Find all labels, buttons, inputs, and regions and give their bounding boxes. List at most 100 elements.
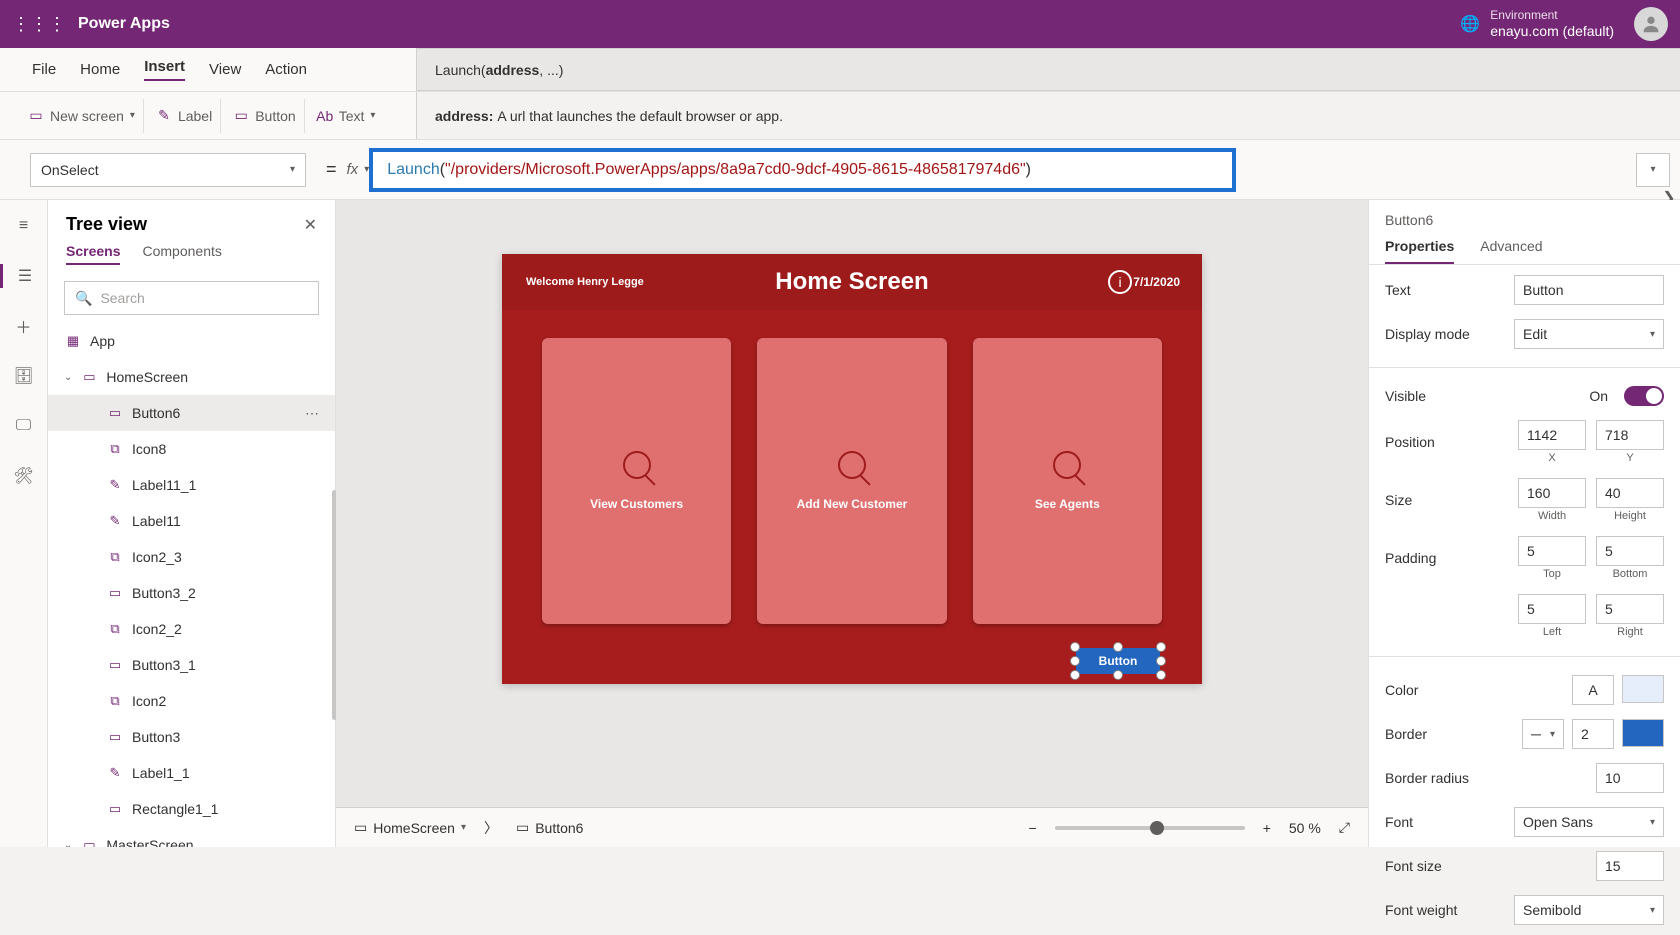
menu-file[interactable]: File xyxy=(32,61,56,78)
rail-tree-icon[interactable]: ☰ xyxy=(0,264,48,288)
zoom-value: 50 % xyxy=(1289,820,1321,836)
resize-handle[interactable] xyxy=(1113,670,1123,680)
resize-handle[interactable] xyxy=(1156,642,1166,652)
tree-node-icon2-3[interactable]: ⧉Icon2_3 xyxy=(48,539,335,575)
tree-node-label11[interactable]: ✎Label11 xyxy=(48,503,335,539)
breadcrumb-control[interactable]: ▭ Button6 xyxy=(516,819,584,836)
tree-node-icon2[interactable]: ⧉Icon2 xyxy=(48,683,335,719)
resize-handle[interactable] xyxy=(1113,642,1123,652)
size-h-input[interactable]: 40 xyxy=(1596,478,1664,508)
app-brand: Power Apps xyxy=(78,15,170,33)
pos-x-input[interactable]: 1142 xyxy=(1518,420,1586,450)
slider-thumb[interactable] xyxy=(1150,821,1164,835)
tile-add-customer[interactable]: Add New Customer xyxy=(757,338,946,624)
radius-input[interactable]: 10 xyxy=(1596,763,1664,793)
tile-view-customers[interactable]: View Customers xyxy=(542,338,731,624)
insert-text-button[interactable]: Ab Text ▾ xyxy=(309,99,384,133)
tab-properties[interactable]: Properties xyxy=(1385,238,1454,264)
breadcrumb-sep: 〉 xyxy=(484,818,498,838)
pad-left-input[interactable]: 5 xyxy=(1518,594,1586,624)
tree-node-label11-1[interactable]: ✎Label11_1 xyxy=(48,467,335,503)
tree-node-button3-2[interactable]: ▭Button3_2 xyxy=(48,575,335,611)
fontweight-select[interactable]: Semibold▾ xyxy=(1514,895,1664,925)
prop-visible-label: Visible xyxy=(1385,388,1495,404)
resize-handle[interactable] xyxy=(1070,642,1080,652)
canvas-stage[interactable]: Welcome Henry Legge Home Screen i 7/1/20… xyxy=(336,200,1368,807)
environment-picker[interactable]: 🌐 Environment enayu.com (default) xyxy=(1460,8,1614,41)
fill-color-swatch[interactable] xyxy=(1622,675,1664,703)
size-w-input[interactable]: 160 xyxy=(1518,478,1586,508)
search-icon xyxy=(623,451,651,479)
tree-node-homescreen[interactable]: ⌄▭HomeScreen xyxy=(48,359,335,395)
canvas-footer: ▭ HomeScreen ▾ 〉 ▭ Button6 − + 50 % ⤢ xyxy=(336,807,1368,847)
prop-color-label: Color xyxy=(1385,682,1495,698)
rail-data-icon[interactable]: 🗄 xyxy=(12,364,36,388)
close-icon[interactable]: ✕ xyxy=(304,215,317,235)
rail-media-icon[interactable]: 🖵 xyxy=(12,414,36,438)
zoom-in[interactable]: + xyxy=(1263,820,1271,836)
menu-action[interactable]: Action xyxy=(265,61,307,78)
formula-expand-button[interactable]: ▾ xyxy=(1636,153,1670,187)
menu-insert[interactable]: Insert xyxy=(144,58,185,81)
tab-screens[interactable]: Screens xyxy=(66,243,120,265)
breadcrumb-screen[interactable]: ▭ HomeScreen ▾ xyxy=(354,819,466,836)
tree-search[interactable]: 🔍 Search xyxy=(64,281,319,315)
tree-node-app[interactable]: ▦App xyxy=(48,323,335,359)
visible-toggle[interactable] xyxy=(1624,386,1664,406)
pad-top-input[interactable]: 5 xyxy=(1518,536,1586,566)
resize-handle[interactable] xyxy=(1156,670,1166,680)
button-icon: ▭ xyxy=(106,404,124,422)
border-width-input[interactable]: 2 xyxy=(1572,719,1614,749)
formula-input[interactable]: Launch("/providers/Microsoft.PowerApps/a… xyxy=(369,148,1236,192)
new-screen-button[interactable]: ▭ New screen ▾ xyxy=(20,99,144,133)
app-icon: ▦ xyxy=(64,332,82,350)
border-style-select[interactable]: ─▾ xyxy=(1522,719,1564,749)
pos-y-input[interactable]: 718 xyxy=(1596,420,1664,450)
more-icon[interactable]: ⋯ xyxy=(305,405,321,422)
tree-node-icon8[interactable]: ⧉Icon8 xyxy=(48,431,335,467)
zoom-out[interactable]: − xyxy=(1029,820,1037,836)
rail-hamburger-icon[interactable]: ≡ xyxy=(12,214,36,238)
insert-label-button[interactable]: ✎ Label xyxy=(148,99,221,133)
waffle-icon[interactable]: ⋮⋮⋮ xyxy=(12,14,66,35)
rail-add-icon[interactable]: ＋ xyxy=(12,314,36,338)
chevron-down-icon: ⌄ xyxy=(64,840,72,848)
insert-button-button[interactable]: ▭ Button xyxy=(225,99,304,133)
resize-handle[interactable] xyxy=(1156,656,1166,666)
text-icon: Ab xyxy=(317,108,333,124)
rail-tools-icon[interactable]: 🛠 xyxy=(12,464,36,488)
tree-node-rectangle1-1[interactable]: ▭Rectangle1_1 xyxy=(48,791,335,827)
tile-see-agents[interactable]: See Agents xyxy=(973,338,1162,624)
tree-node-icon2-2[interactable]: ⧉Icon2_2 xyxy=(48,611,335,647)
tab-components[interactable]: Components xyxy=(142,243,221,265)
zoom-slider[interactable] xyxy=(1055,826,1245,830)
tree-node-button6[interactable]: ▭Button6⋯ xyxy=(48,395,335,431)
menu-home[interactable]: Home xyxy=(80,61,120,78)
tree-node-button3-1[interactable]: ▭Button3_1 xyxy=(48,647,335,683)
resize-handle[interactable] xyxy=(1070,670,1080,680)
pad-right-input[interactable]: 5 xyxy=(1596,594,1664,624)
fit-screen-icon[interactable]: ⤢ xyxy=(1339,819,1350,836)
label-icon: ✎ xyxy=(106,512,124,530)
tree-node-label1-1[interactable]: ✎Label1_1 xyxy=(48,755,335,791)
chevron-down-icon: ▾ xyxy=(130,110,135,121)
chevron-down-icon: ▾ xyxy=(1650,817,1655,828)
property-selector[interactable]: OnSelect ▾ xyxy=(30,153,306,187)
tree-node-button3[interactable]: ▭Button3 xyxy=(48,719,335,755)
border-color-swatch[interactable] xyxy=(1622,719,1664,747)
resize-handle[interactable] xyxy=(1070,656,1080,666)
canvas-area: Welcome Henry Legge Home Screen i 7/1/20… xyxy=(336,200,1368,847)
prop-text-input[interactable]: Button xyxy=(1514,275,1664,305)
screen-icon: ▭ xyxy=(354,819,367,836)
tree-node-masterscreen[interactable]: ⌄▭MasterScreen xyxy=(48,827,335,847)
search-icon: 🔍 xyxy=(75,290,92,307)
label-icon: ✎ xyxy=(106,476,124,494)
tab-advanced[interactable]: Advanced xyxy=(1480,238,1542,264)
pad-bottom-input[interactable]: 5 xyxy=(1596,536,1664,566)
menu-view[interactable]: View xyxy=(209,61,241,78)
user-avatar[interactable] xyxy=(1634,7,1668,41)
prop-display-select[interactable]: Edit▾ xyxy=(1514,319,1664,349)
fontsize-input[interactable]: 15 xyxy=(1596,851,1664,881)
font-select[interactable]: Open Sans▾ xyxy=(1514,807,1664,837)
font-color-button[interactable]: A xyxy=(1572,675,1614,705)
